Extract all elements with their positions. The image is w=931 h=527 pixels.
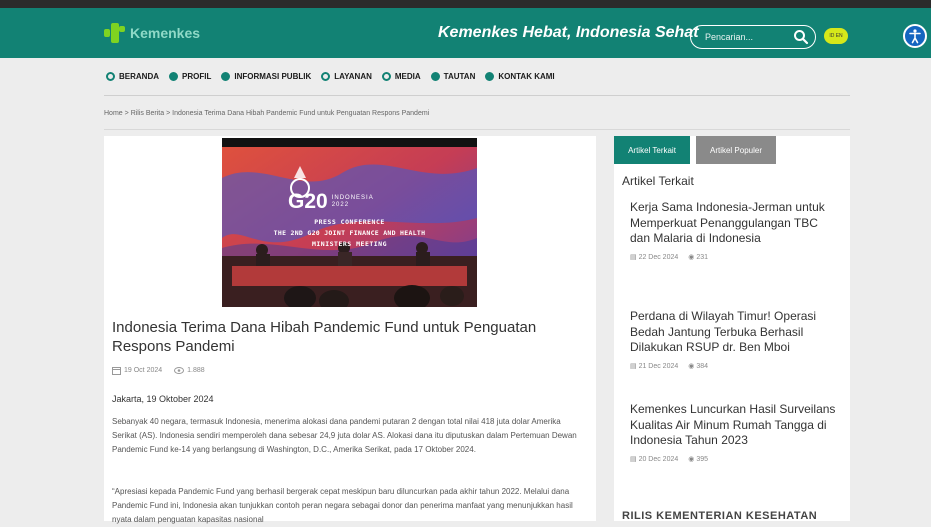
nav-label: BERANDA [119, 72, 159, 81]
article-title: Indonesia Terima Dana Hibah Pandemic Fun… [112, 319, 537, 355]
related-article-views: 395 [696, 455, 709, 463]
g20-logo: G20 INDONESIA 2022 [288, 190, 374, 214]
main-nav: BERANDA PROFIL INFORMASI PUBLIK LAYANAN … [106, 72, 555, 81]
press-banner-line-3: MINISTERS MEETING [311, 240, 388, 248]
nav-label: MEDIA [394, 72, 421, 81]
search-input[interactable] [703, 31, 797, 43]
breadcrumb-separator: > [166, 110, 171, 117]
article-date-text: 19 Oct 2024 [124, 367, 163, 374]
article-views: 1.888 [174, 366, 205, 375]
article-panel: G20 INDONESIA 2022 PRESS CONFERENCE THE … [104, 136, 596, 524]
article-meta: 19 Oct 2024 1.888 [112, 366, 205, 375]
article-date: 19 Oct 2024 [112, 366, 162, 375]
calendar-icon: ▤ 20 Dec 2024 [630, 455, 679, 463]
related-article-views: 384 [696, 362, 709, 370]
header-bar: Kemenkes Kemenkes Hebat, Indonesia Sehat… [0, 8, 931, 58]
related-article-title[interactable]: Perdana di Wilayah Timur! Operasi Bedah … [630, 309, 840, 356]
nav-label: PROFIL [182, 72, 212, 81]
breadcrumb: Home > Rilis Berita > Indonesia Terima D… [104, 110, 429, 117]
related-article-date: 22 Dec 2024 [638, 253, 679, 261]
related-article-meta: ▤ 21 Dec 2024 ◉ 384 [630, 362, 840, 370]
tab-artikel-terkait[interactable]: Artikel Terkait [614, 136, 690, 164]
kemenkes-logo[interactable]: Kemenkes [104, 23, 200, 43]
nav-item-kontak-kami[interactable]: KONTAK KAMI [485, 72, 555, 81]
breadcrumb-home[interactable]: Home [104, 110, 123, 117]
circle-outline-icon [321, 72, 331, 81]
related-article-title[interactable]: Kerja Sama Indonesia-Jerman untuk Memper… [630, 200, 840, 247]
kemenkes-logo-icon [104, 23, 126, 43]
related-article-date: 21 Dec 2024 [638, 362, 679, 370]
g20-logo-sub: INDONESIA 2022 [331, 195, 374, 208]
nav-item-beranda[interactable]: BERANDA [106, 72, 159, 81]
related-article-title[interactable]: Kemenkes Luncurkan Hasil Surveilans Kual… [630, 402, 840, 449]
nav-divider [104, 95, 850, 96]
breadcrumb-divider [104, 129, 850, 130]
article-views-text: 1.888 [187, 367, 205, 374]
logo-text: Kemenkes [130, 25, 201, 41]
calendar-icon: ▤ 21 Dec 2024 [630, 362, 679, 370]
nav-item-tautan[interactable]: TAUTAN [430, 72, 476, 81]
related-article-item[interactable]: Kerja Sama Indonesia-Jerman untuk Memper… [630, 200, 840, 261]
check-circle-icon [221, 72, 231, 81]
breadcrumb-separator: > [124, 110, 129, 117]
breadcrumb-section[interactable]: Rilis Berita [131, 110, 164, 117]
accessibility-icon [909, 29, 921, 44]
nav-item-layanan[interactable]: LAYANAN [321, 72, 372, 81]
language-toggle[interactable]: ID EN [824, 28, 848, 44]
article-dateline: Jakarta, 19 Oktober 2024 [112, 394, 214, 404]
nav-item-media[interactable]: MEDIA [381, 72, 421, 81]
breadcrumb-current: Indonesia Terima Dana Hibah Pandemic Fun… [172, 110, 430, 117]
circle-outline-icon [381, 72, 391, 81]
eye-icon: ◉ 231 [688, 253, 709, 261]
press-banner-line-1: PRESS CONFERENCE [314, 218, 385, 226]
sidebar-panel: Artikel Terkait Artikel Populer Artikel … [614, 136, 850, 522]
nav-label: INFORMASI PUBLIK [234, 72, 312, 81]
circle-filled-icon [485, 72, 495, 81]
calendar-icon [112, 367, 121, 375]
sidebar-heading: Artikel Terkait [622, 174, 694, 188]
press-banner-line-2: THE 2ND G20 JOINT FINANCE AND HEALTH [273, 229, 426, 237]
related-article-views: 231 [696, 253, 709, 261]
related-article-date: 20 Dec 2024 [638, 455, 679, 463]
search-box[interactable] [690, 25, 816, 49]
tab-artikel-populer[interactable]: Artikel Populer [696, 136, 776, 164]
nav-label: KONTAK KAMI [498, 72, 555, 81]
tagline: Kemenkes Hebat, Indonesia Sehat [438, 24, 699, 41]
nav-item-profil[interactable]: PROFIL [169, 72, 211, 81]
top-strip [0, 0, 931, 8]
search-icon[interactable] [793, 29, 809, 45]
related-article-item[interactable]: Kemenkes Luncurkan Hasil Surveilans Kual… [630, 402, 840, 463]
related-article-item[interactable]: Perdana di Wilayah Timur! Operasi Bedah … [630, 309, 840, 370]
related-article-meta: ▤ 22 Dec 2024 ◉ 231 [630, 253, 840, 261]
related-article-meta: ▤ 20 Dec 2024 ◉ 395 [630, 455, 840, 463]
circle-filled-icon [169, 72, 178, 81]
g20-logo-text: G20 [288, 190, 328, 213]
nav-label: TAUTAN [443, 72, 476, 81]
circle-outline-icon [106, 72, 115, 81]
hero-image: G20 INDONESIA 2022 PRESS CONFERENCE THE … [222, 138, 477, 307]
nav-label: LAYANAN [334, 72, 372, 81]
eye-icon: ◉ 384 [688, 362, 709, 370]
circle-filled-icon [430, 72, 440, 81]
eye-icon: ◉ 395 [688, 455, 709, 463]
calendar-icon: ▤ 22 Dec 2024 [630, 253, 679, 261]
article-paragraph: Sebanyak 40 negara, termasuk Indonesia, … [112, 417, 577, 454]
nav-item-informasi-publik[interactable]: INFORMASI PUBLIK [221, 72, 311, 81]
rilis-heading: RILIS KEMENTERIAN KESEHATAN [622, 510, 818, 522]
eye-icon [174, 367, 185, 374]
accessibility-button[interactable] [903, 24, 927, 48]
